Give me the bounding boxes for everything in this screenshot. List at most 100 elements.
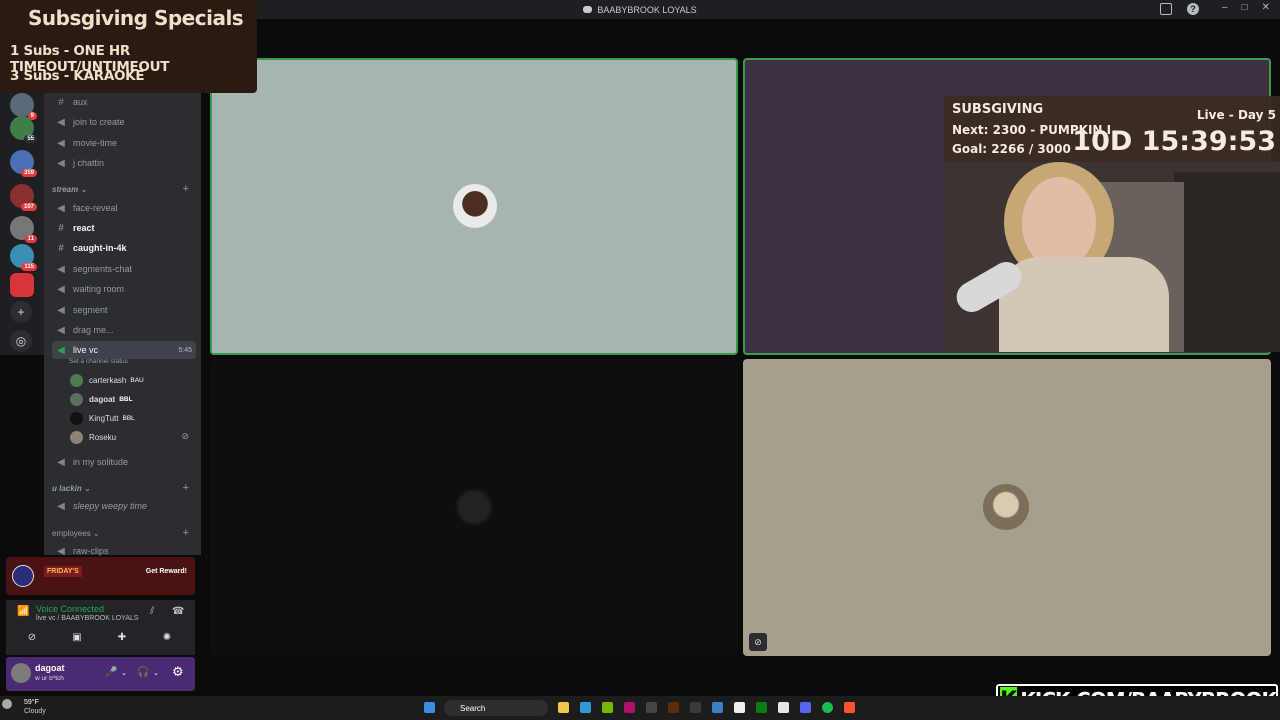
voice-channel[interactable]: live vc / BAABYBROOK LOYALS [36,615,139,622]
noise-suppression-icon[interactable]: ⫽ [150,606,154,617]
taskbar: 59°F Cloudy Search [0,696,1280,720]
channel-drag-me[interactable]: ◀ drag me... [52,321,196,339]
avatar [70,411,83,425]
channel-face-reveal[interactable]: ◀ face-reveal [52,199,196,217]
channel-movie-time[interactable]: ◀ movie-time [52,134,196,152]
file-explorer-icon[interactable] [558,702,569,713]
app-icon[interactable] [646,702,657,713]
subsgiving-goal: Goal: 2266 / 3000 [952,142,1071,156]
app-icon[interactable] [580,702,591,713]
channel-sleepy-weepy-time[interactable]: ◀ sleepy weepy time [52,497,196,515]
chevron-down-icon[interactable]: ⌄ [153,669,159,677]
get-reward-button[interactable]: Get Reward! [146,568,187,575]
discord-icon[interactable] [800,702,811,713]
soundboard-button[interactable]: ✺ [151,632,183,648]
channel-status-prompt[interactable]: Set a channel status [69,358,128,365]
streamer-shirt [999,257,1169,352]
maximize-button[interactable]: □ [1242,2,1248,13]
unread-badge: 11 [24,235,37,243]
server-icon[interactable]: 55 [10,116,37,143]
server-icon[interactable] [10,273,34,297]
channel-caught-in-4k[interactable]: # caught-in-4k [52,239,196,257]
voice-status: Voice Connected [36,604,105,614]
help-icon[interactable]: ? [1187,3,1199,15]
channel-join-to-create[interactable]: ◀ join to create [52,113,196,131]
avatar [983,484,1029,530]
username: dagoat [35,663,65,673]
inbox-icon[interactable] [1160,3,1172,15]
channel-j-chattin[interactable]: ◀ j chattin [52,154,196,172]
activity-button[interactable]: ✚ [106,632,138,648]
channel-segments-chat[interactable]: ◀ segments-chat [52,260,196,278]
call-timer: 5:45 [178,346,192,354]
avatar [451,484,497,530]
speaker-icon: ◀ [57,500,65,512]
speaker-icon: ◀ [57,324,65,336]
voice-user[interactable]: dagoat BBL [70,391,133,407]
voice-user[interactable]: carterkash BAU [70,372,144,388]
add-channel-icon[interactable]: + [183,482,189,494]
channel-segment[interactable]: ◀ segment [52,301,196,319]
weather-icon [2,699,12,709]
app-icon[interactable] [690,702,701,713]
camera-off-button[interactable]: ⊘ [16,632,48,648]
search-box[interactable]: Search [444,700,548,716]
microphone-icon[interactable]: 🎤 [105,667,117,678]
app-icon[interactable] [734,702,745,713]
add-channel-icon[interactable]: + [183,527,189,539]
speaker-icon: ◀ [57,344,65,356]
channel-sidebar: # aux ◀ join to create ◀ movie-time ◀ j chat… [44,93,201,557]
minimize-button[interactable]: – [1222,2,1228,13]
add-server-icon[interactable]: + [10,301,32,323]
start-icon[interactable] [424,702,435,713]
chevron-down-icon[interactable]: ⌄ [121,669,127,677]
unread-badge: 359 [20,169,37,177]
category-employees[interactable]: employees ⌄ [52,529,100,538]
voice-user[interactable]: Roseku [70,429,116,445]
close-button[interactable]: ✕ [1262,2,1270,13]
channel-waiting-room[interactable]: ◀ waiting room [52,280,196,298]
server-icon[interactable]: 107 [10,184,37,211]
video-tile[interactable] [210,359,738,656]
server-icon[interactable]: 115 [10,244,37,271]
explore-icon[interactable]: ◎ [10,330,32,352]
channel-in-my-solitude[interactable]: ◀ in my solitude [52,453,196,471]
avatar[interactable] [11,663,31,683]
chrome-icon[interactable] [778,702,789,713]
add-channel-icon[interactable]: + [183,183,189,195]
speaker-icon: ◀ [57,283,65,295]
spotify-icon[interactable] [822,702,833,713]
server-icon[interactable]: 359 [10,150,37,177]
channel-aux[interactable]: # aux [52,93,196,111]
weather-desc[interactable]: Cloudy [24,708,46,715]
weather-temp[interactable]: 59°F [24,699,39,706]
gear-icon[interactable]: ⚙ [172,664,184,680]
disconnect-icon[interactable]: ☎ [172,606,184,617]
window-controls: – □ ✕ [1222,2,1270,13]
category-u-lackin[interactable]: u lackin ⌄ [52,484,91,493]
app-icon[interactable] [668,702,679,713]
category-stream[interactable]: stream ⌄ [52,185,87,194]
voice-user[interactable]: KingTutt BBL [70,410,135,426]
countdown-clock: 10D 15:39:53 [1072,126,1276,157]
app-icon[interactable] [712,702,723,713]
app-icon[interactable] [624,702,635,713]
subsgiving-overlay: SUBSGIVING Next: 2300 - PUMPKIN I Goal: … [944,96,1280,162]
xbox-icon[interactable] [756,702,767,713]
video-tile[interactable] [210,58,738,355]
brave-icon[interactable] [844,702,855,713]
avatar [70,430,83,444]
channel-live-vc[interactable]: ◀ live vc 5:45 [52,341,196,359]
screen-share-button[interactable]: ▣ [61,632,93,648]
window-title: BAABYBROOK LOYALS [597,4,697,15]
server-icon[interactable]: 11 [10,216,37,243]
video-tile[interactable]: ⊘ [743,359,1271,656]
channel-react[interactable]: # react [52,219,196,237]
speaker-icon: ◀ [57,137,65,149]
nvidia-icon[interactable] [602,702,613,713]
custom-status: w ur b*tch [35,675,64,682]
server-icon[interactable]: 9 [10,93,37,120]
unread-badge: 115 [21,263,37,271]
speaker-icon: ◀ [57,545,65,557]
headphones-icon[interactable]: 🎧 [137,667,149,678]
